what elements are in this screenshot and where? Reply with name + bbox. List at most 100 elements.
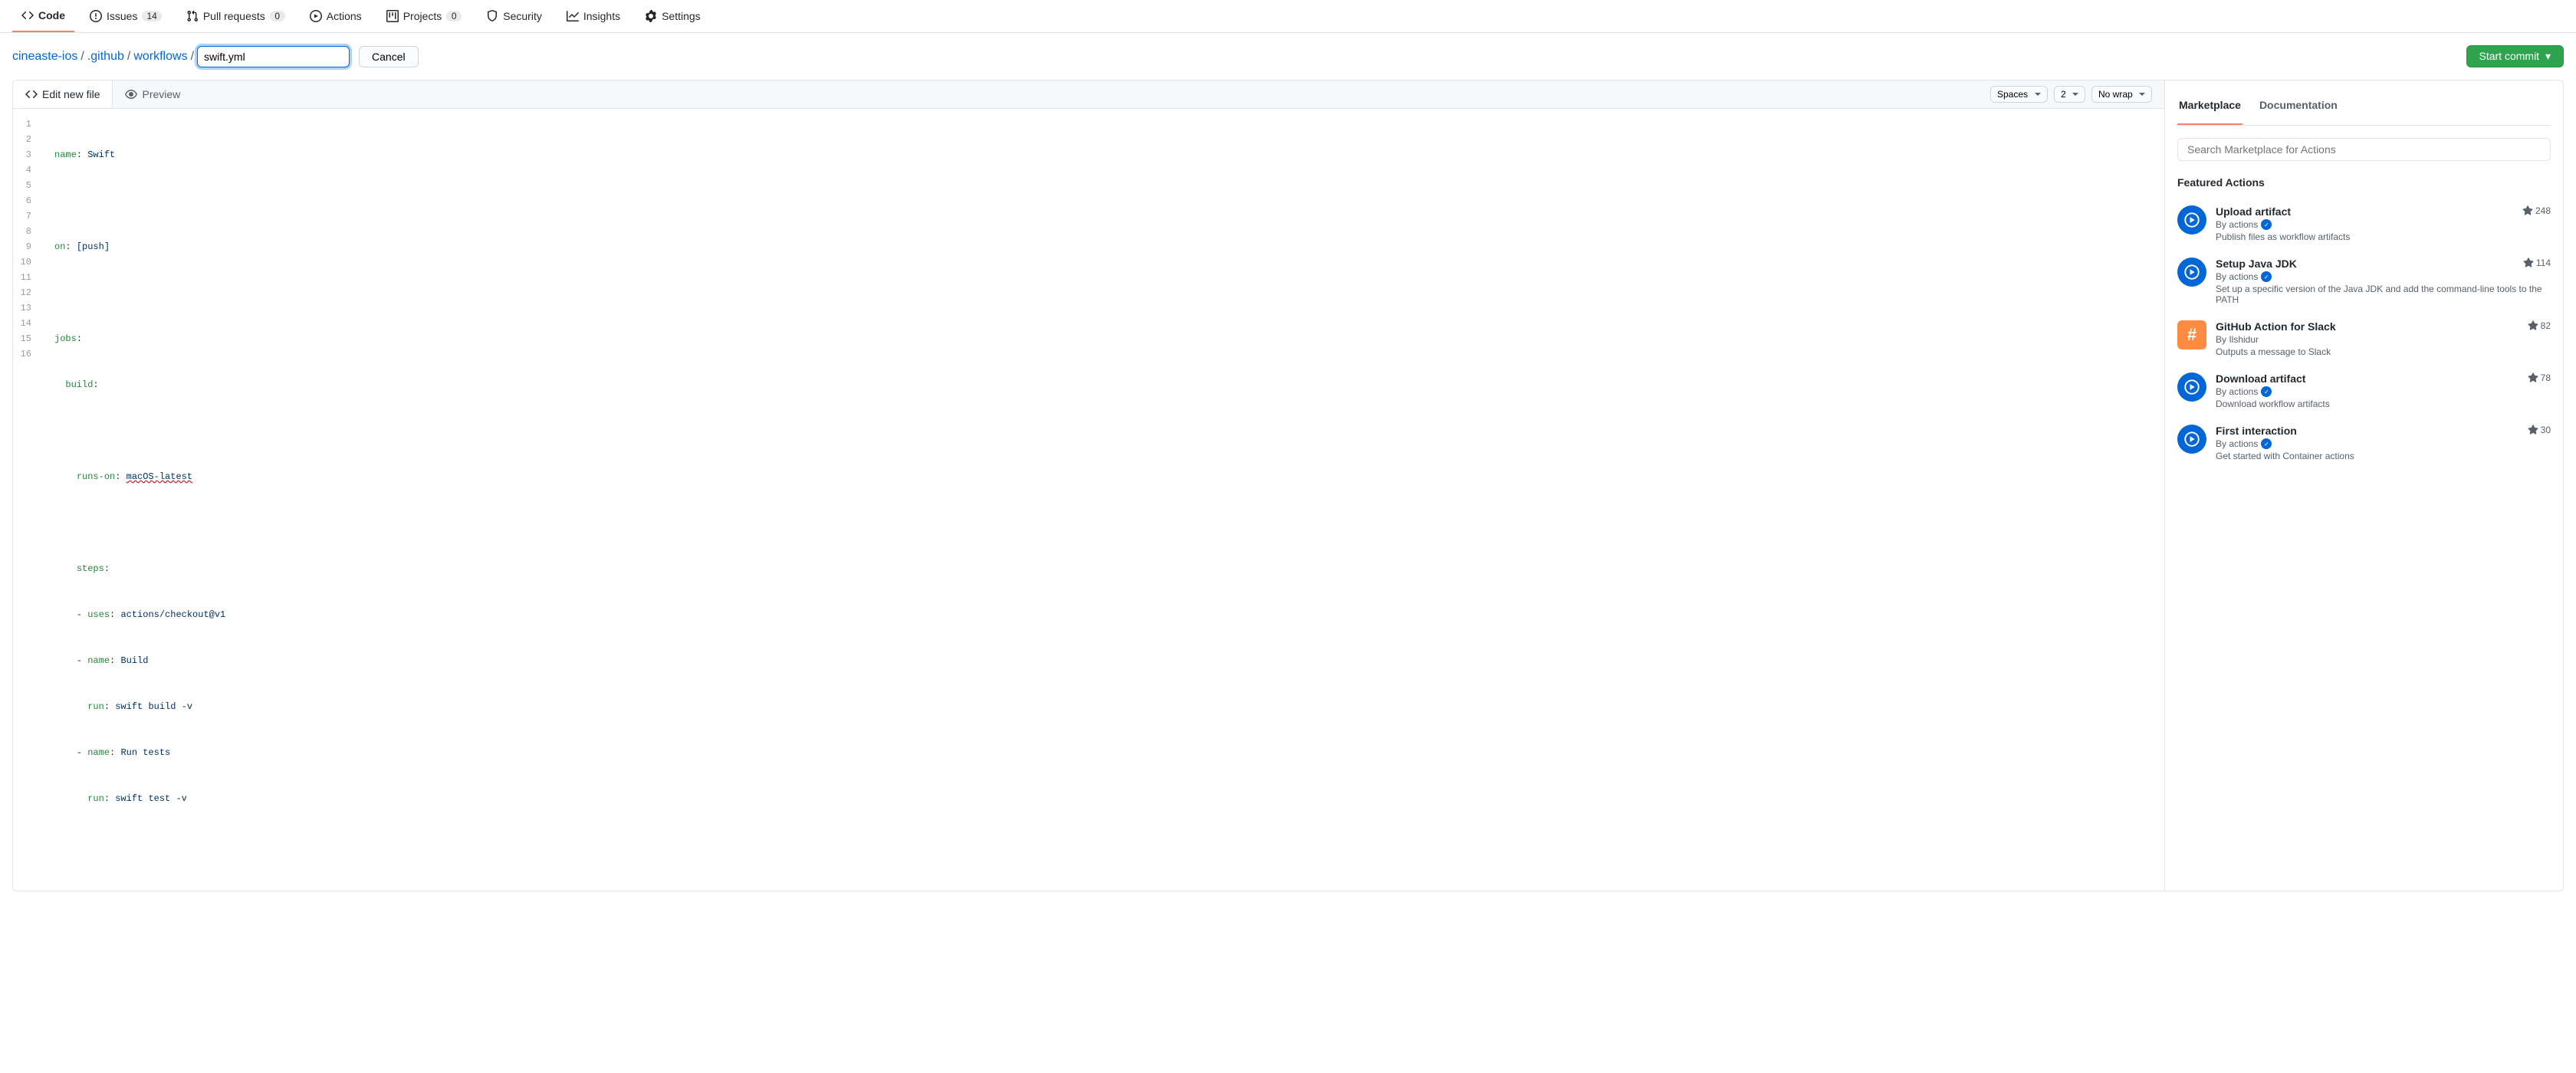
featured-actions-title: Featured Actions xyxy=(2177,176,2551,189)
nav-projects-label: Projects xyxy=(403,10,442,22)
action-author: By actions✓ xyxy=(2216,438,2551,449)
action-item[interactable]: # GitHub Action for SlackBy IlshidurOutpu… xyxy=(2177,313,2551,365)
breadcrumb: cineaste-ios / .github / workflows / Can… xyxy=(12,46,419,67)
breadcrumb-separator: / xyxy=(191,50,194,64)
filename-input[interactable] xyxy=(197,46,350,67)
action-content: GitHub Action for SlackBy IlshidurOutput… xyxy=(2216,320,2551,357)
action-title: Download artifact xyxy=(2216,372,2551,385)
action-description: Outputs a message to Slack xyxy=(2216,346,2551,357)
pulls-count: 0 xyxy=(270,11,285,21)
action-content: Setup Java JDKBy actions✓Set up a specif… xyxy=(2216,258,2551,305)
play-circle-icon xyxy=(2177,205,2206,235)
nav-code-label: Code xyxy=(38,9,65,21)
action-stars: 248 xyxy=(2522,205,2551,216)
action-author: By actions✓ xyxy=(2216,219,2551,230)
action-title: Setup Java JDK xyxy=(2216,258,2551,270)
tab-edit-file[interactable]: Edit new file xyxy=(13,80,113,108)
line-numbers: 1 2 3 4 5 6 7 8 9 10 11 12 13 14 15 16 xyxy=(13,109,47,891)
action-stars: 78 xyxy=(2528,372,2551,383)
start-commit-label: Start commit xyxy=(2479,50,2540,62)
star-icon xyxy=(2528,425,2538,435)
star-icon xyxy=(2528,372,2538,383)
play-circle-icon xyxy=(2177,372,2206,402)
shield-icon xyxy=(486,10,498,22)
tab-documentation[interactable]: Documentation xyxy=(2258,93,2339,125)
verified-icon: ✓ xyxy=(2261,386,2272,397)
code-content[interactable]: name: Swift on: [push] jobs: build: runs… xyxy=(47,109,2164,891)
action-stars: 82 xyxy=(2528,320,2551,331)
star-icon xyxy=(2528,320,2538,331)
featured-actions-list: Upload artifactBy actions✓Publish files … xyxy=(2177,198,2551,469)
nav-insights-label: Insights xyxy=(583,10,620,22)
breadcrumb-repo[interactable]: cineaste-ios xyxy=(12,50,77,64)
action-description: Download workflow artifacts xyxy=(2216,399,2551,409)
action-author: By actions✓ xyxy=(2216,386,2551,397)
nav-projects[interactable]: Projects 0 xyxy=(377,1,472,31)
breadcrumb-separator: / xyxy=(80,50,84,64)
wrap-mode-select[interactable]: No wrap xyxy=(2091,86,2152,103)
action-author: By Ilshidur xyxy=(2216,334,2551,345)
action-item[interactable]: Setup Java JDKBy actions✓Set up a specif… xyxy=(2177,250,2551,313)
sidebar-tabs: Marketplace Documentation xyxy=(2177,93,2551,126)
issue-icon xyxy=(90,10,102,22)
verified-icon: ✓ xyxy=(2261,271,2272,282)
breadcrumb-github[interactable]: .github xyxy=(87,50,124,64)
tab-preview-label: Preview xyxy=(142,88,180,100)
action-stars: 30 xyxy=(2528,425,2551,435)
code-icon xyxy=(25,88,38,100)
breadcrumb-workflows[interactable]: workflows xyxy=(133,50,187,64)
caret-down-icon: ▾ xyxy=(2545,50,2551,62)
gear-icon xyxy=(645,10,657,22)
project-icon xyxy=(386,10,399,22)
indent-mode-select[interactable]: Spaces xyxy=(1990,86,2048,103)
issues-count: 14 xyxy=(142,11,161,21)
editor-controls: Spaces 2 No wrap xyxy=(1990,86,2152,103)
nav-issues[interactable]: Issues 14 xyxy=(80,1,171,31)
action-author: By actions✓ xyxy=(2216,271,2551,282)
nav-pulls[interactable]: Pull requests 0 xyxy=(177,1,294,31)
breadcrumb-row: cineaste-ios / .github / workflows / Can… xyxy=(0,33,2576,80)
eye-icon xyxy=(125,88,137,100)
action-content: Download artifactBy actions✓ Download wor… xyxy=(2216,372,2551,409)
action-description: Publish files as workflow artifacts xyxy=(2216,231,2551,242)
code-editor[interactable]: 1 2 3 4 5 6 7 8 9 10 11 12 13 14 15 16 n… xyxy=(13,109,2164,891)
editor-left: Edit new file Preview Spaces 2 No wrap xyxy=(13,80,2164,891)
marketplace-search-input[interactable] xyxy=(2177,138,2551,161)
play-circle-icon xyxy=(2177,258,2206,287)
slack-hash-icon: # xyxy=(2177,320,2206,349)
breadcrumb-separator: / xyxy=(127,50,130,64)
nav-insights[interactable]: Insights xyxy=(557,1,629,31)
nav-security[interactable]: Security xyxy=(477,1,551,31)
nav-issues-label: Issues xyxy=(107,10,137,22)
nav-actions-label: Actions xyxy=(327,10,362,22)
start-commit-button[interactable]: Start commit ▾ xyxy=(2466,45,2564,67)
star-icon xyxy=(2523,258,2534,268)
play-circle-icon xyxy=(2177,425,2206,454)
nav-security-label: Security xyxy=(503,10,542,22)
editor-container: Edit new file Preview Spaces 2 No wrap xyxy=(12,80,2564,891)
repo-nav: Code Issues 14 Pull requests 0 Actions P… xyxy=(0,0,2576,33)
cancel-button[interactable]: Cancel xyxy=(359,46,419,67)
tab-marketplace[interactable]: Marketplace xyxy=(2177,93,2242,125)
verified-icon: ✓ xyxy=(2261,438,2272,449)
projects-count: 0 xyxy=(446,11,462,21)
code-icon xyxy=(21,9,34,21)
play-icon xyxy=(310,10,322,22)
action-item[interactable]: Download artifactBy actions✓ Download wor… xyxy=(2177,365,2551,417)
indent-size-select[interactable]: 2 xyxy=(2054,86,2085,103)
action-item[interactable]: Upload artifactBy actions✓Publish files … xyxy=(2177,198,2551,250)
star-icon xyxy=(2522,205,2533,216)
nav-settings[interactable]: Settings xyxy=(636,1,710,31)
action-stars: 114 xyxy=(2523,258,2551,268)
editor-tabs-left: Edit new file Preview xyxy=(13,80,192,108)
nav-pulls-label: Pull requests xyxy=(203,10,265,22)
verified-icon: ✓ xyxy=(2261,219,2272,230)
action-title: Upload artifact xyxy=(2216,205,2551,218)
graph-icon xyxy=(567,10,579,22)
tab-preview[interactable]: Preview xyxy=(113,80,192,108)
action-item[interactable]: First interactionBy actions✓Get started … xyxy=(2177,417,2551,469)
nav-code[interactable]: Code xyxy=(12,0,74,32)
marketplace-sidebar: Marketplace Documentation Featured Actio… xyxy=(2164,80,2563,891)
action-description: Get started with Container actions xyxy=(2216,451,2551,461)
nav-actions[interactable]: Actions xyxy=(301,1,371,31)
